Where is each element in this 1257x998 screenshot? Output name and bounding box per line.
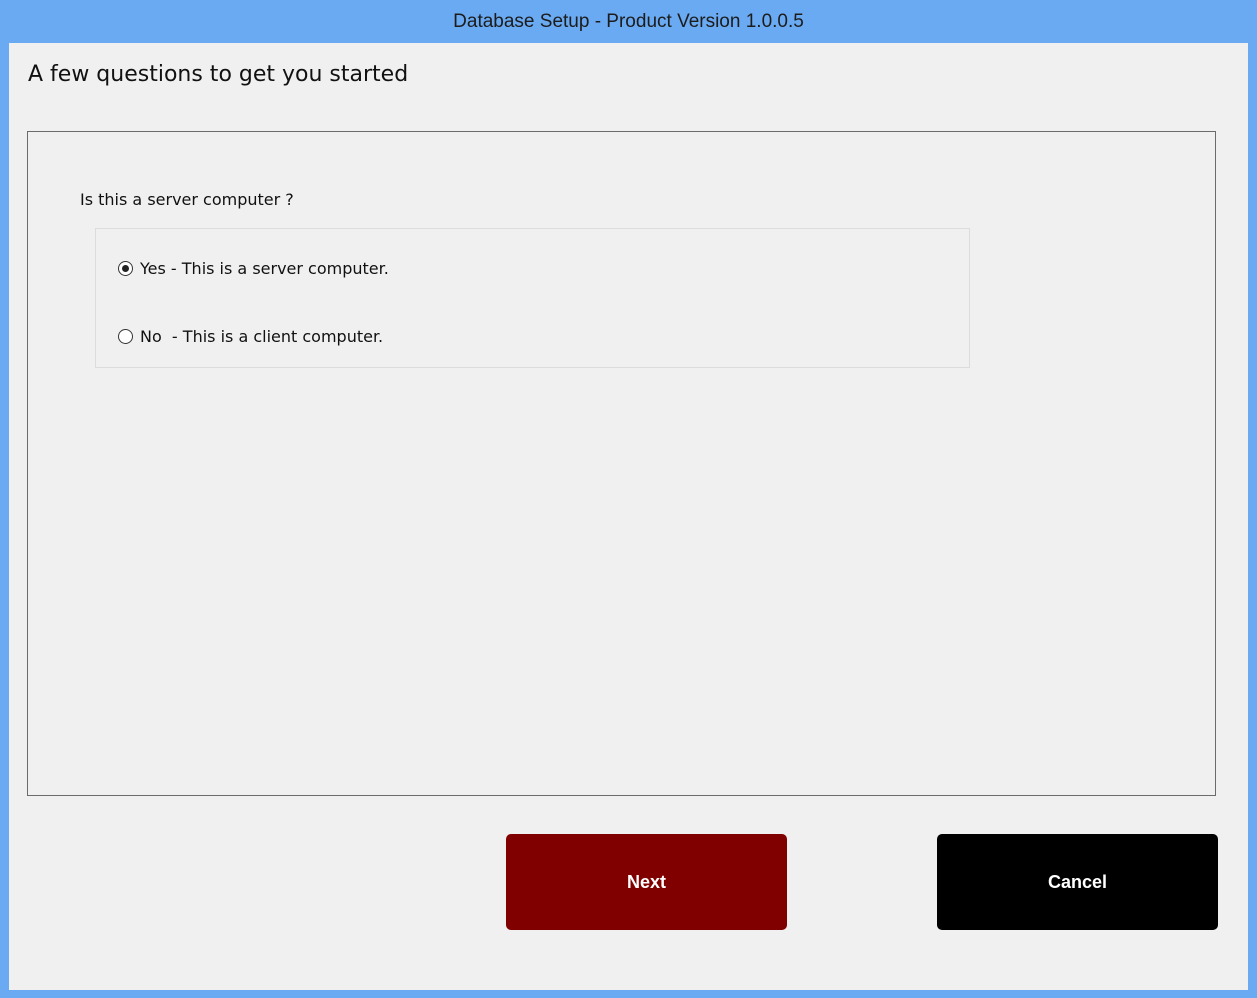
radio-button-yes[interactable]	[118, 261, 133, 276]
page-heading: A few questions to get you started	[28, 62, 409, 87]
next-button-label: Next	[626, 871, 666, 892]
setup-window: Database Setup - Product Version 1.0.0.5…	[0, 0, 1257, 998]
cancel-button-label: Cancel	[1047, 871, 1108, 892]
title-bar[interactable]: Database Setup - Product Version 1.0.0.5	[0, 0, 1257, 43]
cancel-button[interactable]: Cancel	[937, 834, 1218, 930]
radio-label-yes: Yes - This is a server computer.	[140, 259, 389, 278]
window-title: Database Setup - Product Version 1.0.0.5	[453, 10, 804, 32]
radio-button-no[interactable]	[118, 329, 133, 344]
next-button[interactable]: Next	[506, 834, 787, 930]
radio-label-no: No - This is a client computer.	[140, 327, 384, 346]
server-radio-group: Yes - This is a server computer. No - Th…	[95, 228, 970, 368]
radio-option-yes[interactable]: Yes - This is a server computer.	[118, 259, 389, 278]
question-label: Is this a server computer ?	[80, 190, 294, 209]
radio-option-no[interactable]: No - This is a client computer.	[118, 327, 383, 346]
